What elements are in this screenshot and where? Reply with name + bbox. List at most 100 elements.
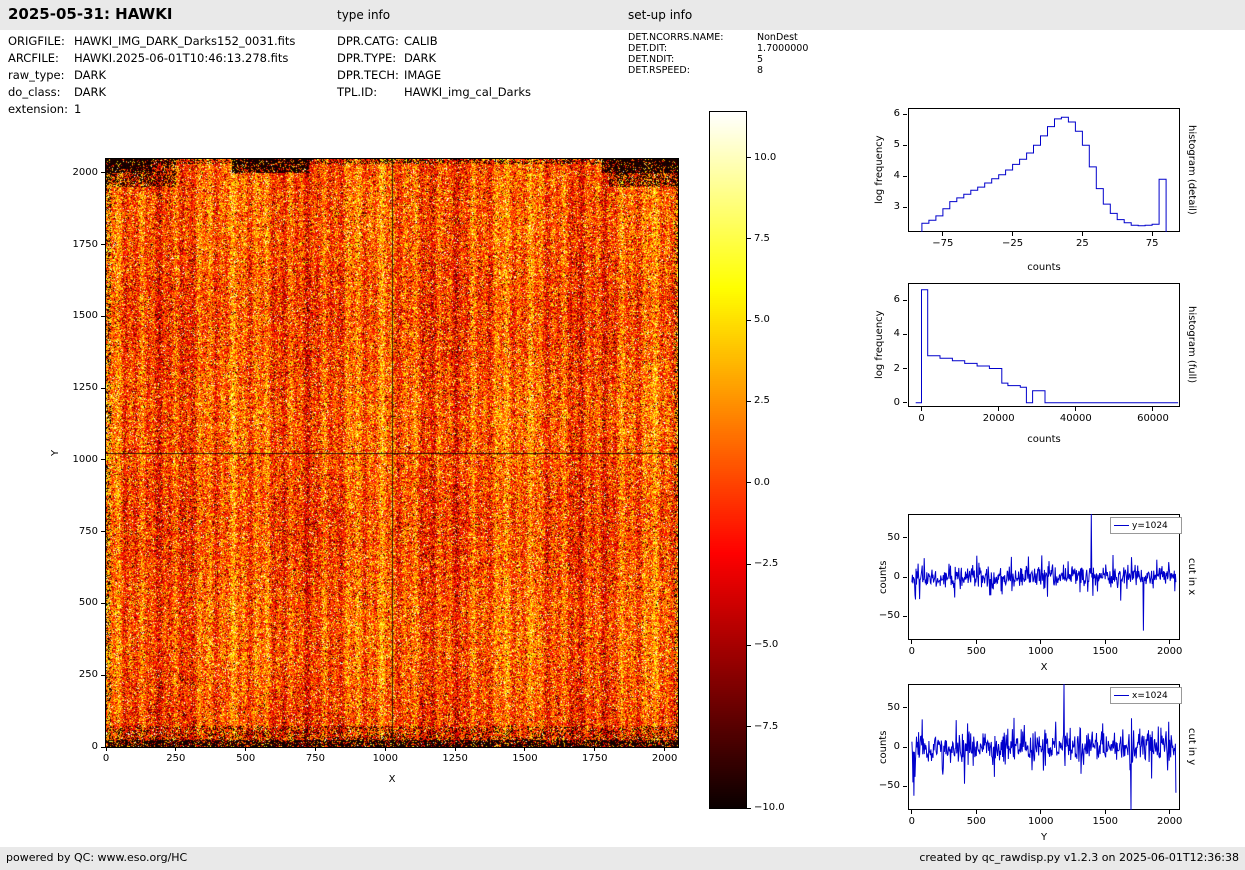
colorbar-tick-label: 0.0 <box>754 476 770 488</box>
doclass-label: do_class: <box>8 85 61 99</box>
file-info-row: extension: 1 <box>8 102 81 116</box>
cut-y-right-label: cut in y <box>1186 728 1197 766</box>
rawtype-label: raw_type: <box>8 68 65 82</box>
colorbar-tick-label: 10.0 <box>754 151 777 163</box>
x-tick-label: 500 <box>966 646 986 657</box>
x-tick-mark <box>975 810 977 814</box>
x-tick-label: 60000 <box>1137 413 1169 424</box>
x-tick-label: 2000 <box>1156 816 1183 827</box>
histogram-full-plot <box>908 283 1180 407</box>
setup-info-row: DET.NDIT: 5 <box>628 54 763 65</box>
y-tick-mark <box>903 615 907 617</box>
qc-report-page: 2025-05-31: HAWKI type info set-up info … <box>0 0 1245 870</box>
x-tick-mark <box>1169 810 1171 814</box>
x-tick-mark <box>314 747 316 751</box>
type-info-row: TPL.ID: HAWKI_img_cal_Darks <box>337 85 531 99</box>
x-tick-mark <box>245 747 247 751</box>
y-tick-label: 5 <box>893 139 900 151</box>
file-info-row: raw_type: DARK <box>8 68 106 82</box>
det-ncorrs-value: NonDest <box>757 32 798 43</box>
x-tick-mark <box>942 232 944 236</box>
footer-right-text: created by qc_rawdisp.py v1.2.3 on 2025-… <box>919 851 1239 864</box>
dpr-tech-label: DPR.TECH: <box>337 68 399 82</box>
setup-info-heading: set-up info <box>628 8 693 22</box>
hist-full-right-label: histogram (full) <box>1186 306 1197 384</box>
y-tick-label: 750 <box>78 525 98 537</box>
arcfile-value: HAWKI.2025-06-01T10:46:13.278.fits <box>74 51 289 65</box>
x-tick-mark <box>1151 232 1153 236</box>
x-tick-mark <box>105 747 107 751</box>
y-tick-mark <box>101 602 105 604</box>
cut-x-legend-text: y=1024 <box>1132 520 1168 531</box>
x-tick-mark <box>175 747 177 751</box>
x-tick-mark <box>1152 407 1154 411</box>
y-tick-mark <box>903 113 907 115</box>
colorbar-tick-label: −7.5 <box>754 720 779 732</box>
y-tick-mark <box>903 537 907 539</box>
y-tick-mark <box>903 707 907 709</box>
y-tick-mark <box>101 531 105 533</box>
cut-y-legend-text: x=1024 <box>1132 690 1168 701</box>
hist-detail-xlabel: counts <box>1027 262 1061 273</box>
y-tick-mark <box>903 144 907 146</box>
y-tick-label: 2000 <box>72 166 98 178</box>
x-tick-mark <box>1081 232 1083 236</box>
file-info-row: ARCFILE: HAWKI.2025-06-01T10:46:13.278.fi… <box>8 51 288 65</box>
x-tick-mark <box>975 640 977 644</box>
y-tick-mark <box>101 674 105 676</box>
y-tick-label: 1750 <box>72 238 98 250</box>
x-tick-label: 500 <box>966 816 986 827</box>
y-tick-label: 50 <box>887 701 900 713</box>
origfile-value: HAWKI_IMG_DARK_Darks152_0031.fits <box>74 34 296 48</box>
det-dit-value: 1.7000000 <box>757 43 809 54</box>
extension-label: extension: <box>8 102 68 116</box>
x-tick-mark <box>524 747 526 751</box>
x-tick-mark <box>1169 640 1171 644</box>
header-bar <box>0 0 1245 30</box>
y-tick-label: −50 <box>878 610 900 622</box>
det-ncorrs-label: DET.NCORRS.NAME: <box>628 32 724 43</box>
y-tick-label: 0 <box>893 571 900 582</box>
x-tick-label: 1500 <box>1092 816 1118 827</box>
x-tick-label: 2000 <box>1156 646 1183 657</box>
dpr-catg-value: CALIB <box>404 34 438 48</box>
setup-info-row: DET.DIT: 1.7000000 <box>628 43 808 54</box>
type-info-heading: type info <box>337 8 391 22</box>
x-tick-mark <box>911 810 913 814</box>
x-tick-mark <box>1040 810 1042 814</box>
y-tick-label: 0 <box>893 396 900 408</box>
type-info-row: DPR.TYPE: DARK <box>337 51 436 65</box>
legend-line-sample <box>1114 525 1129 526</box>
y-tick-mark <box>101 315 105 317</box>
legend-line-sample <box>1114 695 1129 696</box>
x-tick-label: 40000 <box>1059 413 1092 424</box>
type-info-row: DPR.CATG: CALIB <box>337 34 438 48</box>
tpl-id-label: TPL.ID: <box>337 85 378 99</box>
hist-detail-right-label: histogram (detail) <box>1186 125 1197 215</box>
type-info-row: DPR.TECH: IMAGE <box>337 68 441 82</box>
y-tick-mark <box>903 333 907 335</box>
y-tick-label: 0 <box>91 741 98 752</box>
colorbar-tick-mark <box>747 644 751 646</box>
y-tick-mark <box>101 172 105 174</box>
colorbar-tick-label: −5.0 <box>754 639 779 651</box>
dpr-type-label: DPR.TYPE: <box>337 51 397 65</box>
y-tick-mark <box>903 368 907 370</box>
main-image-frame <box>105 158 679 748</box>
histogram-detail-plot <box>908 108 1180 232</box>
y-tick-mark <box>903 175 907 177</box>
y-tick-mark <box>903 576 907 578</box>
colorbar-tick-label: 5.0 <box>754 314 770 326</box>
colorbar-tick-mark <box>747 726 751 728</box>
x-tick-label: 2000 <box>651 753 678 764</box>
y-tick-label: 0 <box>893 741 900 752</box>
x-tick-label: 0 <box>918 413 925 424</box>
dpr-catg-label: DPR.CATG: <box>337 34 399 48</box>
x-tick-mark <box>454 747 456 751</box>
rawtype-value: DARK <box>74 68 107 82</box>
colorbar-tick-mark <box>747 400 751 402</box>
x-tick-label: 75 <box>1145 238 1159 249</box>
setup-info-row: DET.NCORRS.NAME: NonDest <box>628 32 798 43</box>
x-tick-mark <box>1012 232 1014 236</box>
x-tick-label: 500 <box>236 753 256 764</box>
